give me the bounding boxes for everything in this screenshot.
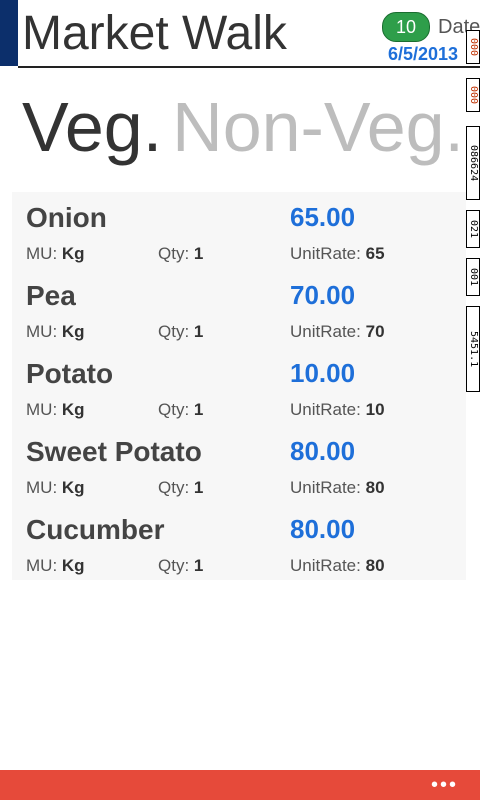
item-name: Pea <box>26 280 76 311</box>
mu-label: MU: <box>26 478 58 497</box>
debug-counter: 000 <box>466 78 480 112</box>
item-mu: MU: Kg <box>26 322 85 342</box>
item-name: Cucumber <box>26 514 165 545</box>
item-qty: Qty: 1 <box>158 322 203 342</box>
item-unit-rate: UnitRate: 80 <box>290 556 385 576</box>
mu-value: Kg <box>61 478 85 497</box>
qty-value: 1 <box>193 400 204 419</box>
qty-label: Qty: <box>158 322 190 341</box>
qty-label: Qty: <box>158 478 190 497</box>
item-name: Potato <box>26 358 114 389</box>
mu-label: MU: <box>26 400 58 419</box>
mu-label: MU: <box>26 322 58 341</box>
list-item[interactable]: Potato 10.00 MU: Kg Qty: 1 UnitRate: 10 <box>12 348 466 426</box>
debug-counter: 086624 <box>466 126 480 200</box>
item-unit-rate: UnitRate: 10 <box>290 400 385 420</box>
unit-rate-label: UnitRate: <box>290 244 361 263</box>
debug-counter: 001 <box>466 258 480 296</box>
item-unit-rate: UnitRate: 80 <box>290 478 385 498</box>
item-unit-rate: UnitRate: 65 <box>290 244 385 264</box>
item-qty: Qty: 1 <box>158 244 203 264</box>
pivot-tab-veg[interactable]: Veg. <box>22 88 162 166</box>
date-value[interactable]: 6/5/2013 <box>388 44 458 65</box>
debug-counter: 021 <box>466 210 480 248</box>
item-name: Sweet Potato <box>26 436 202 467</box>
qty-value: 1 <box>193 322 204 341</box>
item-qty: Qty: 1 <box>158 556 203 576</box>
list-item[interactable]: Pea 70.00 MU: Kg Qty: 1 UnitRate: 70 <box>12 270 466 348</box>
qty-value: 1 <box>193 244 204 263</box>
item-price: 65.00 <box>290 202 356 232</box>
unit-rate-value: 10 <box>365 400 385 419</box>
header: Market Walk 10 Date 6/5/2013 <box>18 0 480 68</box>
app-bar: ••• <box>0 770 480 800</box>
list-item[interactable]: Cucumber 80.00 MU: Kg Qty: 1 UnitRate: 8… <box>12 504 466 582</box>
item-price: 10.00 <box>290 358 356 388</box>
unit-rate-label: UnitRate: <box>290 400 361 419</box>
more-options-button[interactable]: ••• <box>431 774 458 797</box>
debug-counter: 5451.1 <box>466 306 480 392</box>
item-mu: MU: Kg <box>26 244 85 264</box>
qty-label: Qty: <box>158 244 190 263</box>
item-qty: Qty: 1 <box>158 400 203 420</box>
app-title: Market Walk <box>22 7 287 60</box>
unit-rate-value: 65 <box>365 244 385 263</box>
item-mu: MU: Kg <box>26 556 85 576</box>
pivot-header: Veg. Non-Veg. <box>22 82 464 172</box>
mu-value: Kg <box>61 556 85 575</box>
qty-label: Qty: <box>158 556 190 575</box>
unit-rate-value: 80 <box>365 556 385 575</box>
item-price: 80.00 <box>290 514 356 544</box>
list-item[interactable]: Sweet Potato 80.00 MU: Kg Qty: 1 UnitRat… <box>12 426 466 504</box>
qty-value: 1 <box>193 556 204 575</box>
mu-label: MU: <box>26 244 58 263</box>
mu-label: MU: <box>26 556 58 575</box>
mu-value: Kg <box>61 322 85 341</box>
unit-rate-label: UnitRate: <box>290 478 361 497</box>
debug-counter: 000 <box>466 30 480 64</box>
unit-rate-label: UnitRate: <box>290 556 361 575</box>
item-name: Onion <box>26 202 107 233</box>
qty-value: 1 <box>193 478 204 497</box>
header-accent-bar <box>0 0 18 66</box>
item-price: 70.00 <box>290 280 356 310</box>
unit-rate-value: 80 <box>365 478 385 497</box>
unit-rate-value: 70 <box>365 322 385 341</box>
unit-rate-label: UnitRate: <box>290 322 361 341</box>
item-qty: Qty: 1 <box>158 478 203 498</box>
count-badge[interactable]: 10 <box>382 12 430 42</box>
item-list: Onion 65.00 MU: Kg Qty: 1 UnitRate: 65 P… <box>12 192 466 580</box>
item-price: 80.00 <box>290 436 356 466</box>
item-mu: MU: Kg <box>26 478 85 498</box>
pivot-tab-non-veg[interactable]: Non-Veg. <box>172 88 464 166</box>
mu-value: Kg <box>61 400 85 419</box>
qty-label: Qty: <box>158 400 190 419</box>
list-item[interactable]: Onion 65.00 MU: Kg Qty: 1 UnitRate: 65 <box>12 192 466 270</box>
item-unit-rate: UnitRate: 70 <box>290 322 385 342</box>
item-mu: MU: Kg <box>26 400 85 420</box>
mu-value: Kg <box>61 244 85 263</box>
